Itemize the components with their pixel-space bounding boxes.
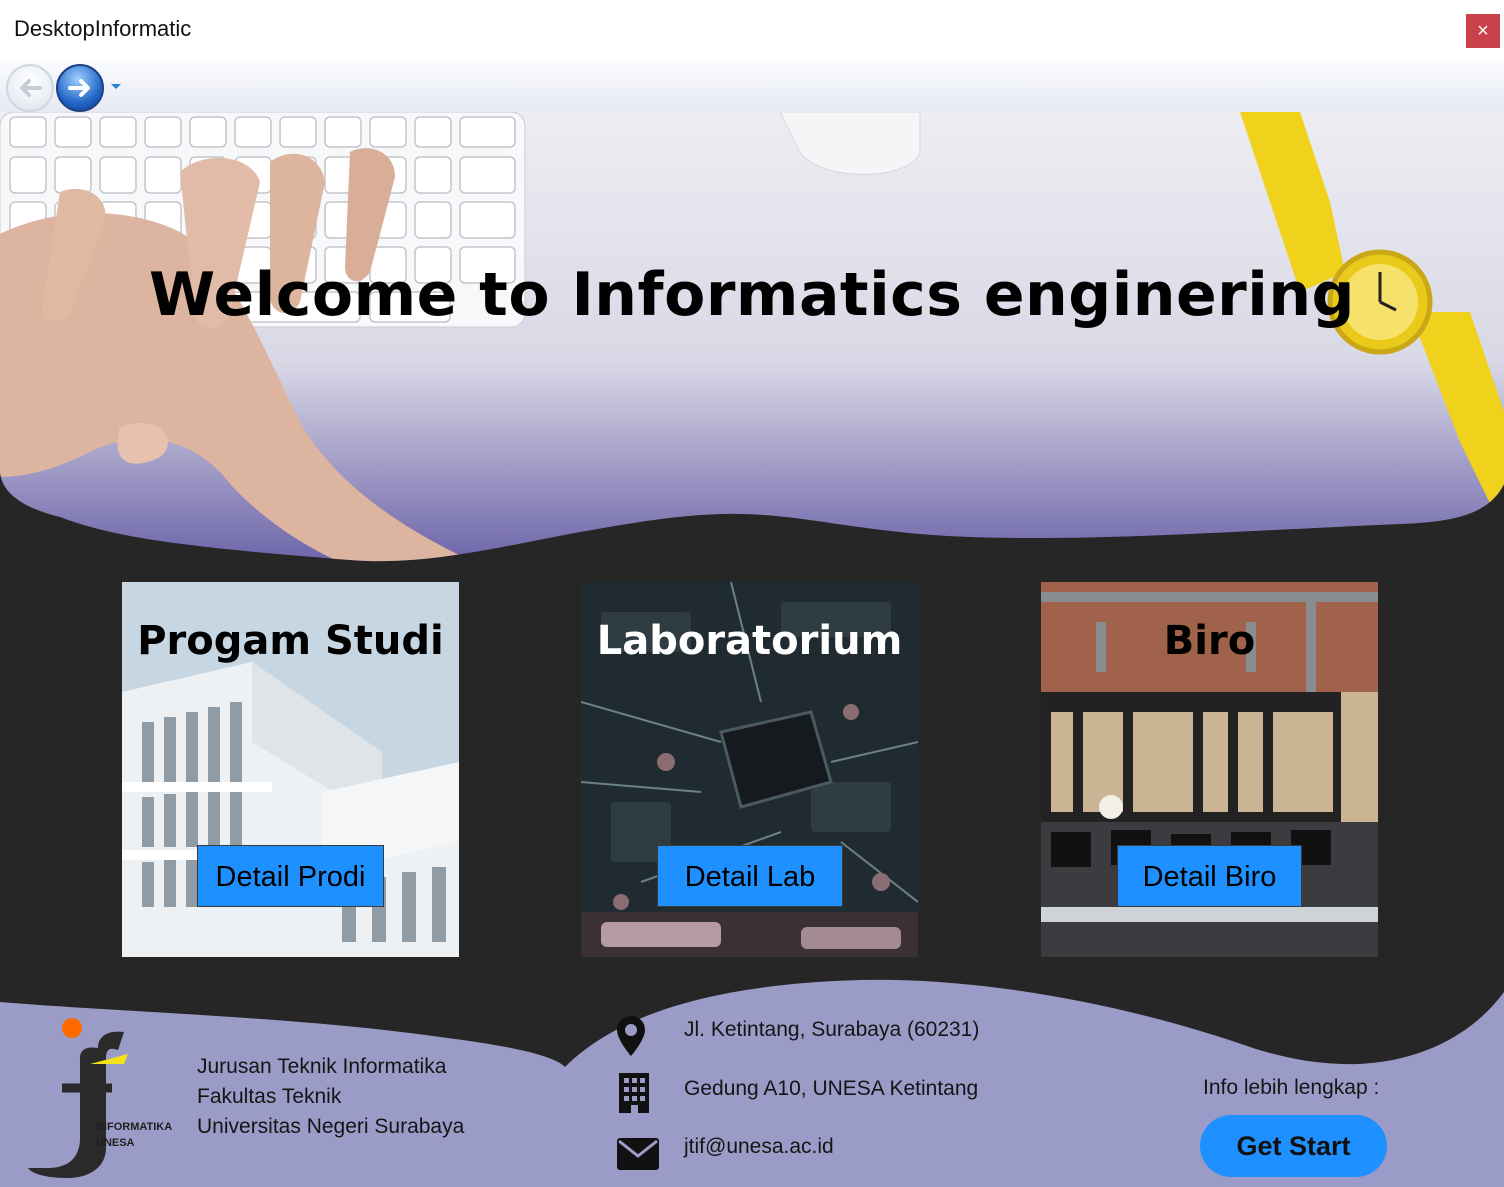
email-text: jtif@unesa.ac.id bbox=[684, 1135, 834, 1158]
back-button[interactable] bbox=[6, 64, 54, 112]
history-dropdown[interactable] bbox=[108, 78, 124, 94]
location-pin-icon bbox=[617, 1016, 645, 1056]
forward-arrow-icon bbox=[68, 79, 90, 97]
close-button[interactable]: × bbox=[1466, 14, 1500, 48]
get-start-button[interactable]: Get Start bbox=[1200, 1115, 1387, 1177]
building-icon bbox=[619, 1073, 649, 1113]
informatika-unesa-logo: INFORMATIKA UNESA bbox=[28, 1018, 172, 1178]
envelope-icon bbox=[617, 1138, 659, 1170]
back-arrow-icon bbox=[20, 79, 42, 97]
org-line-department: Jurusan Teknik Informatika bbox=[197, 1055, 447, 1078]
building-text: Gedung A10, UNESA Ketintang bbox=[684, 1077, 979, 1100]
org-line-university: Universitas Negeri Surabaya bbox=[197, 1115, 465, 1138]
forward-button[interactable] bbox=[56, 64, 104, 112]
info-label: Info lebih lengkap : bbox=[1203, 1076, 1380, 1099]
logo-text-unesa: UNESA bbox=[96, 1137, 135, 1149]
window-title: DesktopInformatic bbox=[14, 16, 192, 41]
title-bar: DesktopInformatic × bbox=[0, 0, 1504, 60]
organization-info: Jurusan Teknik Informatika Fakultas Tekn… bbox=[197, 1052, 464, 1142]
dropdown-arrow-icon bbox=[111, 84, 121, 89]
main-content: Welcome to Informatics enginering Progam… bbox=[0, 112, 1504, 1187]
navigation-bar bbox=[0, 60, 1504, 113]
org-line-faculty: Fakultas Teknik bbox=[197, 1085, 342, 1108]
address-text: Jl. Ketintang, Surabaya (60231) bbox=[684, 1018, 980, 1041]
logo-text-informatika: INFORMATIKA bbox=[96, 1121, 172, 1133]
